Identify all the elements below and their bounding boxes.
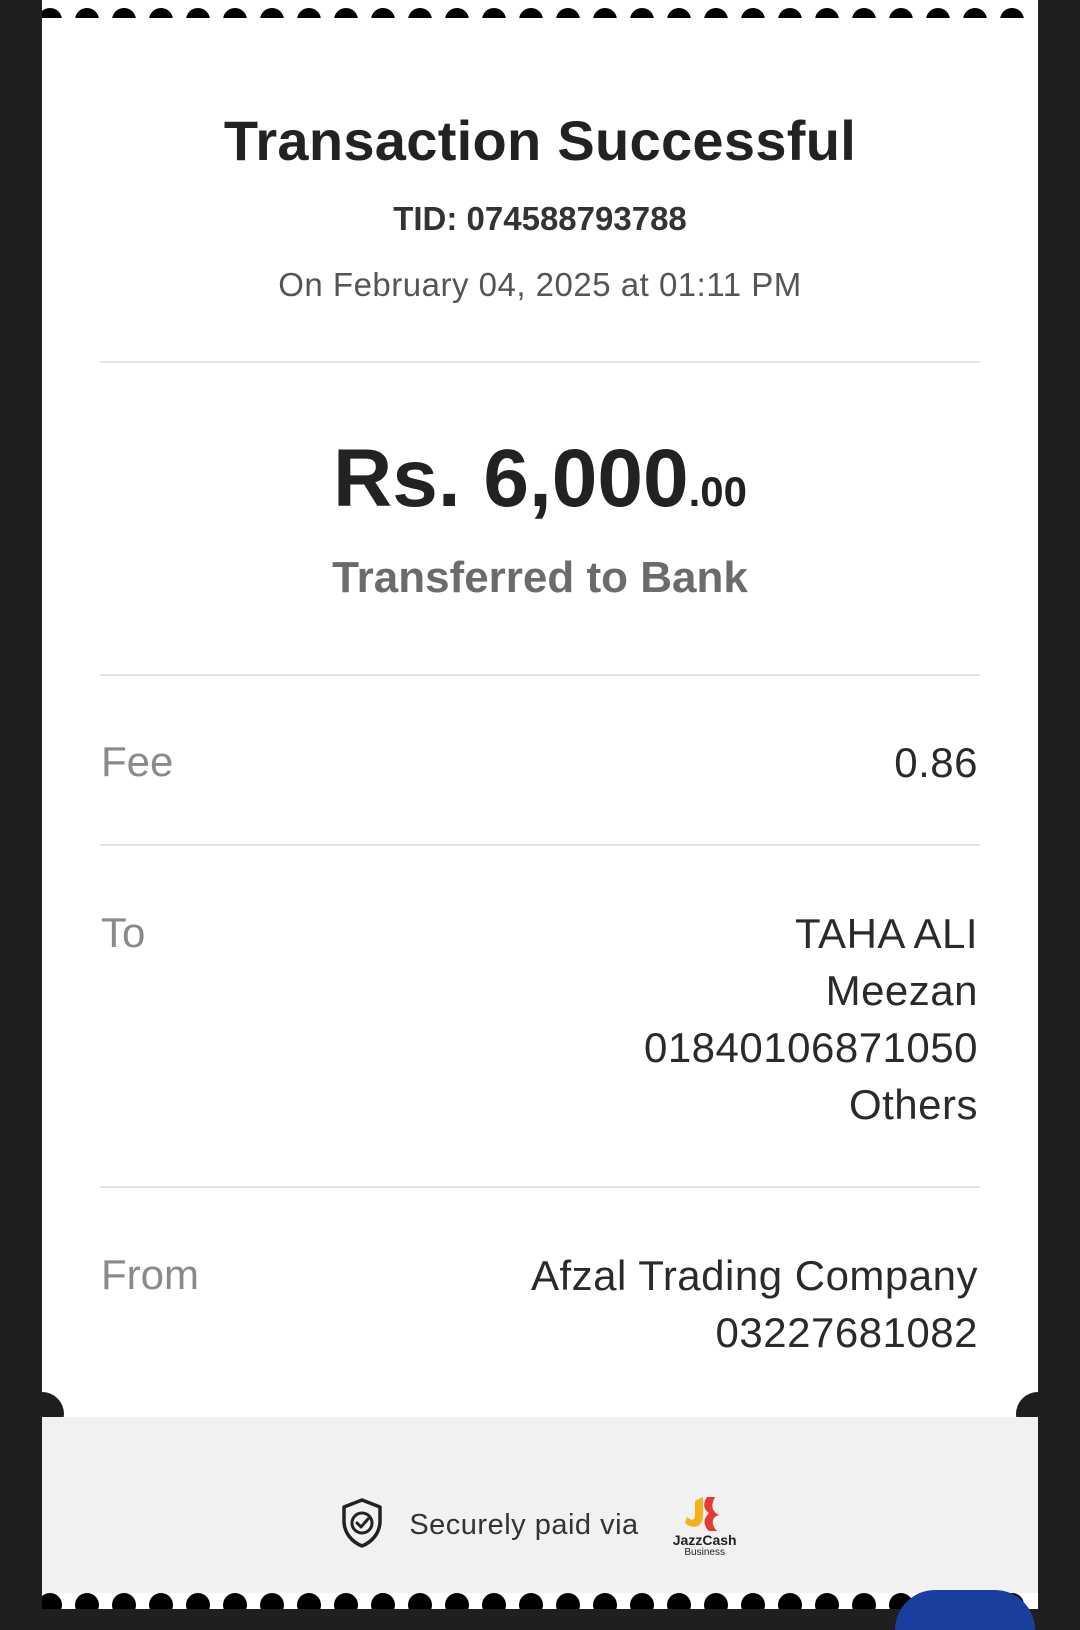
divider — [100, 361, 980, 363]
fee-value: 0.86 — [894, 739, 978, 786]
scallop-dot — [519, 1593, 543, 1609]
scallop-dot — [260, 1593, 284, 1609]
secure-payment-banner: Securely paid via JazzCash Business — [42, 1490, 1038, 1560]
amount-cents: .00 — [688, 468, 747, 515]
scallop-dot — [334, 1593, 358, 1609]
scallop-dot — [482, 1593, 506, 1609]
scallop-dot — [741, 1593, 765, 1609]
to-label: To — [101, 909, 146, 956]
transaction-date: On February 04, 2025 at 01:11 PM — [278, 266, 802, 303]
receipt-content: Transaction Successful TID: 074588793788… — [42, 0, 1038, 1609]
amount-main: Rs. 6,000 — [333, 433, 689, 524]
transaction-id: TID: 074588793788 — [393, 200, 687, 237]
scallop-dot — [815, 1593, 839, 1609]
recipient-name: TAHA ALI — [795, 910, 978, 957]
divider — [100, 674, 980, 676]
scallop-dot — [371, 1593, 395, 1609]
scallop-dot — [778, 1593, 802, 1609]
shield-check-icon — [339, 1497, 385, 1554]
scallop-dot — [556, 1593, 580, 1609]
scallop-dot — [42, 1593, 62, 1609]
fee-label: Fee — [101, 738, 174, 785]
scallop-dot — [704, 1593, 728, 1609]
secure-text: Securely paid via — [409, 1508, 639, 1541]
divider — [100, 1186, 980, 1188]
sender-name: Afzal Trading Company — [530, 1252, 978, 1299]
scallop-dot — [667, 1593, 691, 1609]
jazzcash-subtext: Business — [684, 1546, 725, 1558]
scallop-dot — [223, 1593, 247, 1609]
scallop-dot — [852, 1593, 876, 1609]
scallop-dot — [297, 1593, 321, 1609]
floating-action-button[interactable] — [895, 1590, 1035, 1630]
receipt-bottom-edge — [42, 1593, 1038, 1609]
scallop-dot — [445, 1593, 469, 1609]
scallop-dot — [112, 1593, 136, 1609]
page-title: Transaction Successful — [223, 109, 857, 172]
from-details: Afzal Trading Company 03227681082 — [531, 1247, 978, 1361]
jazzcash-logo: JazzCash Business — [669, 1493, 741, 1558]
recipient-account: 01840106871050 — [643, 1024, 978, 1071]
scallop-dot — [593, 1593, 617, 1609]
from-label: From — [101, 1251, 199, 1298]
scallop-dot — [149, 1593, 173, 1609]
scallop-dot — [408, 1593, 432, 1609]
sender-number: 03227681082 — [715, 1309, 978, 1356]
amount: Rs. 6,000.00 — [42, 432, 1038, 526]
jazzcash-wordmark: JazzCash — [672, 1531, 737, 1548]
divider — [100, 844, 980, 846]
scallop-dot — [75, 1593, 99, 1609]
transfer-type: Transferred to Bank — [332, 553, 748, 602]
recipient-purpose: Others — [848, 1081, 978, 1128]
scallop-dot — [630, 1593, 654, 1609]
recipient-bank: Meezan — [825, 967, 978, 1014]
scallop-dot — [186, 1593, 210, 1609]
to-details: TAHA ALI Meezan 01840106871050 Others — [644, 905, 978, 1133]
